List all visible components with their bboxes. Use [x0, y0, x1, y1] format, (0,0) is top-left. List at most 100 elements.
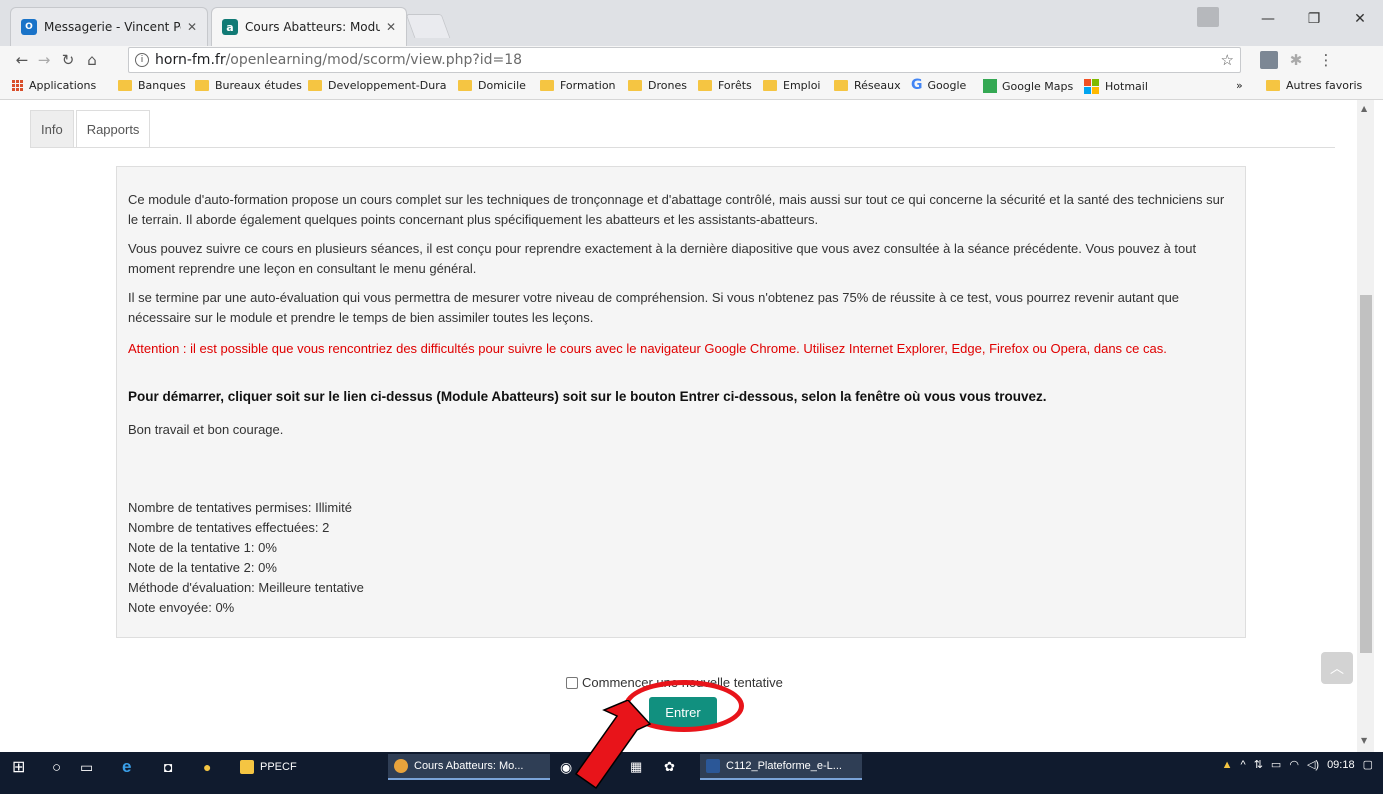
- back-icon[interactable]: ←: [12, 50, 32, 70]
- start-icon[interactable]: ⊞: [12, 752, 25, 782]
- bookmark-emploi[interactable]: Emploi: [763, 79, 821, 92]
- chrome-icon: [394, 759, 408, 773]
- tab-info[interactable]: Info: [30, 110, 74, 148]
- outlook-icon: O: [21, 19, 37, 35]
- bookmarks-overflow-button[interactable]: »: [1236, 79, 1243, 92]
- volume-icon[interactable]: ◁): [1307, 758, 1319, 771]
- folder-icon: [458, 80, 472, 91]
- google-maps-icon: [983, 79, 997, 93]
- window-controls: — ❐ ✕: [1245, 4, 1383, 34]
- app-icon[interactable]: ✿: [664, 752, 675, 782]
- maximize-icon[interactable]: ❐: [1291, 4, 1337, 34]
- grading-method: Méthode d'évaluation: Meilleure tentativ…: [128, 580, 364, 595]
- folder-icon: [240, 760, 254, 774]
- network-icon[interactable]: ⇅: [1254, 758, 1263, 771]
- url-path: /openlearning/mod/scorm/view.php?id=18: [225, 52, 523, 68]
- drive-icon[interactable]: ▲: [1222, 759, 1233, 771]
- screen: O Messagerie - Vincent Pel ✕ a Cours Aba…: [0, 0, 1383, 794]
- folder-icon: [540, 80, 554, 91]
- home-icon[interactable]: ⌂: [82, 50, 102, 70]
- puzzle-icon[interactable]: ✱: [1286, 50, 1306, 70]
- bookmark-drones[interactable]: Drones: [628, 79, 687, 92]
- bookmark-forets[interactable]: Forêts: [698, 79, 752, 92]
- address-bar[interactable]: i horn-fm.fr /openlearning/mod/scorm/vie…: [128, 47, 1241, 73]
- tab-messagerie[interactable]: O Messagerie - Vincent Pel ✕: [10, 7, 208, 46]
- tray-overflow-icon[interactable]: ^: [1241, 759, 1246, 771]
- taskbar-app-chrome[interactable]: Cours Abatteurs: Mo...: [388, 754, 550, 780]
- task-view-icon[interactable]: ▭: [80, 752, 93, 782]
- bookmark-formation[interactable]: Formation: [540, 79, 616, 92]
- tab-title: Messagerie - Vincent Pel: [44, 20, 181, 34]
- edge-icon[interactable]: e: [122, 752, 131, 782]
- new-attempt-checkbox[interactable]: [566, 676, 578, 689]
- module-description-box: Ce module d'auto-formation propose un co…: [116, 166, 1246, 638]
- wifi-icon[interactable]: ◠: [1289, 758, 1299, 771]
- bookmark-bureaux-etudes[interactable]: Bureaux études: [195, 79, 302, 92]
- start-instructions: Pour démarrer, cliquer soit sur le lien …: [128, 389, 1047, 404]
- back-to-top-button[interactable]: ︿: [1321, 652, 1353, 684]
- folder-icon: [1266, 80, 1280, 91]
- folder-icon: [308, 80, 322, 91]
- minimize-icon[interactable]: —: [1245, 4, 1291, 34]
- close-tab-icon[interactable]: ✕: [187, 20, 197, 34]
- moodle-icon: a: [222, 19, 238, 35]
- tab-cours-abatteurs[interactable]: a Cours Abatteurs: Module ✕: [211, 7, 407, 46]
- new-tab-button[interactable]: [405, 14, 451, 38]
- grade-reported: Note envoyée: 0%: [128, 600, 235, 615]
- search-icon[interactable]: ○: [52, 752, 61, 782]
- attempts-made: Nombre de tentatives effectuées: 2: [128, 520, 330, 535]
- folder-icon: [195, 80, 209, 91]
- store-icon[interactable]: ◘: [164, 752, 172, 782]
- bulb-icon[interactable]: ●: [203, 752, 211, 782]
- bookmark-hotmail[interactable]: Hotmail: [1084, 79, 1148, 94]
- bookmark-domicile[interactable]: Domicile: [458, 79, 526, 92]
- folder-icon: [698, 80, 712, 91]
- windows-taskbar: ⊞ ○ ▭ e ◘ ● PPECF Cours Abatteurs: Mo...…: [0, 752, 1383, 794]
- taskbar-app-word[interactable]: C112_Plateforme_e-L...: [700, 754, 862, 780]
- scrollbar-thumb[interactable]: [1360, 295, 1372, 653]
- description-paragraph: Il se termine par une auto-évaluation qu…: [128, 290, 1180, 325]
- bookmark-google[interactable]: G Google: [911, 77, 966, 93]
- annotation-arrow-icon: [574, 700, 652, 790]
- system-tray: ▲ ^ ⇅ ▭ ◠ ◁) 09:18 ▢: [1222, 758, 1373, 772]
- page-viewport: Info Rapports Ce module d'auto-formation…: [0, 100, 1357, 752]
- reload-icon[interactable]: ↻: [58, 50, 78, 70]
- folder-icon: [628, 80, 642, 91]
- page-scrollbar[interactable]: ▲ ▼: [1357, 100, 1374, 752]
- bookmark-star-icon[interactable]: ☆: [1221, 51, 1234, 69]
- google-icon: G: [911, 77, 923, 93]
- page-tabs: Info Rapports: [30, 110, 151, 148]
- extension-icon[interactable]: [1260, 51, 1278, 69]
- scroll-down-icon[interactable]: ▼: [1361, 736, 1367, 745]
- scroll-up-icon[interactable]: ▲: [1361, 104, 1367, 113]
- chrome-warning: Attention : il est possible que vous ren…: [128, 341, 1167, 356]
- tab-rapports[interactable]: Rapports: [75, 110, 151, 148]
- bookmark-google-maps[interactable]: Google Maps: [983, 79, 1073, 93]
- close-tab-icon[interactable]: ✕: [386, 20, 396, 34]
- folder-icon: [763, 80, 777, 91]
- microsoft-icon: [1084, 79, 1099, 94]
- bookmark-applications[interactable]: Applications: [12, 79, 96, 92]
- info-icon[interactable]: i: [135, 53, 149, 67]
- bookmark-developpement[interactable]: Developpement-Dura: [308, 79, 446, 92]
- tabs-divider: [30, 147, 1335, 148]
- url-host: horn-fm.fr: [155, 52, 226, 68]
- close-window-icon[interactable]: ✕: [1337, 4, 1383, 34]
- menu-icon[interactable]: ⋮: [1316, 50, 1336, 70]
- clock[interactable]: 09:18: [1327, 759, 1355, 771]
- navigation-bar: ← → ↻ ⌂ i horn-fm.fr /openlearning/mod/s…: [0, 46, 1383, 74]
- taskbar-app-ppecf[interactable]: PPECF: [234, 754, 303, 780]
- description-paragraph: Ce module d'auto-formation propose un co…: [128, 192, 1225, 227]
- battery-icon[interactable]: ▭: [1271, 758, 1281, 771]
- folder-icon: [834, 80, 848, 91]
- forward-icon[interactable]: →: [34, 50, 54, 70]
- bookmark-autres-favoris[interactable]: Autres favoris: [1266, 79, 1362, 92]
- profile-icon[interactable]: [1197, 7, 1219, 27]
- bookmark-reseaux[interactable]: Réseaux: [834, 79, 901, 92]
- bookmark-banques[interactable]: Banques: [118, 79, 186, 92]
- description-paragraph: Vous pouvez suivre ce cours en plusieurs…: [128, 241, 1197, 276]
- browser-tab-strip: O Messagerie - Vincent Pel ✕ a Cours Aba…: [0, 0, 1383, 46]
- notification-icon[interactable]: ▢: [1363, 758, 1373, 771]
- folder-icon: [118, 80, 132, 91]
- attempt-1-grade: Note de la tentative 1: 0%: [128, 540, 277, 555]
